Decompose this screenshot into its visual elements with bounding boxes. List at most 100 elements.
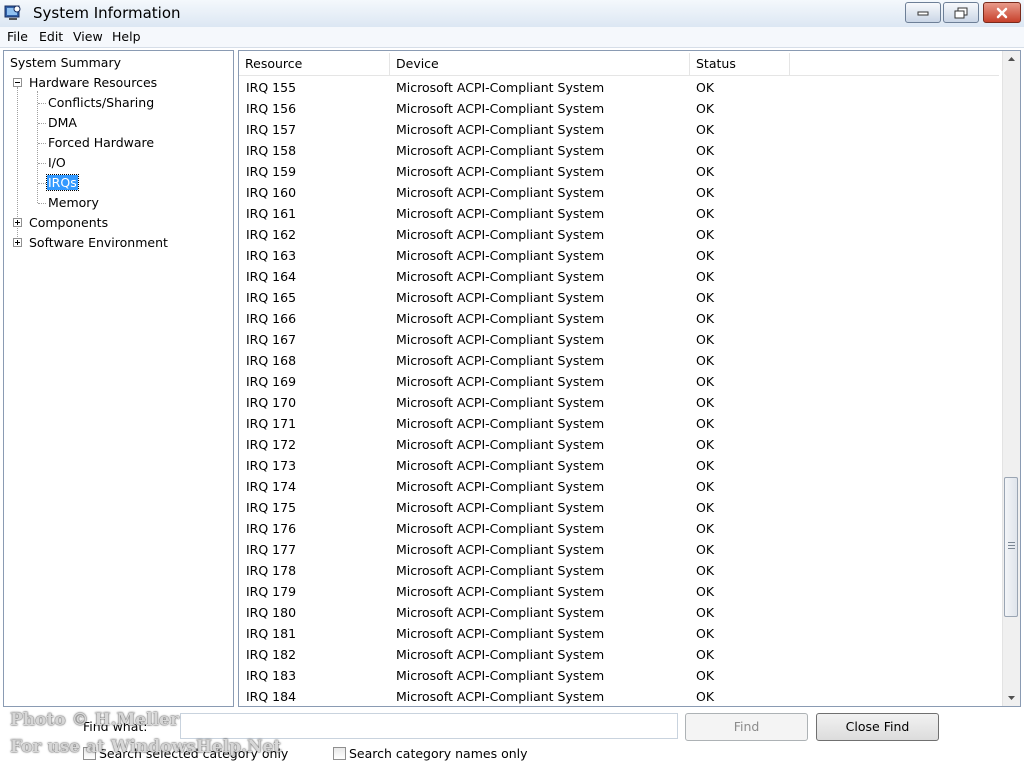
table-row[interactable]: IRQ 182 Microsoft ACPI-Compliant System OK <box>239 644 999 665</box>
table-row[interactable]: IRQ 173 Microsoft ACPI-Compliant System OK <box>239 455 999 476</box>
table-row[interactable]: IRQ 171 Microsoft ACPI-Compliant System OK <box>239 413 999 434</box>
minimize-button[interactable] <box>905 2 941 23</box>
tree-item-hardware-resources[interactable]: Hardware Resources <box>29 75 157 90</box>
tree-item-io[interactable]: I/O <box>48 155 66 170</box>
table-row[interactable]: IRQ 176 Microsoft ACPI-Compliant System OK <box>239 518 999 539</box>
system-information-app-icon[interactable] <box>4 4 22 22</box>
device-cell: Microsoft ACPI-Compliant System <box>396 353 605 368</box>
find-bar: Find what: Find Close Find Search select… <box>0 708 1024 768</box>
table-row[interactable]: IRQ 166 Microsoft ACPI-Compliant System OK <box>239 308 999 329</box>
tree-item-software-environment[interactable]: Software Environment <box>29 235 168 250</box>
device-cell: Microsoft ACPI-Compliant System <box>396 542 605 557</box>
watermark-line-2: For use at WindowsHelp.Net <box>10 737 282 757</box>
table-row[interactable]: IRQ 183 Microsoft ACPI-Compliant System OK <box>239 665 999 686</box>
search-category-names-label[interactable]: Search category names only <box>349 746 528 761</box>
restore-button[interactable] <box>943 2 979 23</box>
tree-item-irqs[interactable]: IRQs <box>46 174 79 191</box>
resource-cell: IRQ 165 <box>246 290 297 305</box>
close-find-button[interactable]: Close Find <box>816 713 939 741</box>
device-cell: Microsoft ACPI-Compliant System <box>396 584 605 599</box>
device-cell: Microsoft ACPI-Compliant System <box>396 122 605 137</box>
table-row[interactable]: IRQ 155 Microsoft ACPI-Compliant System OK <box>239 77 999 98</box>
resource-cell: IRQ 160 <box>246 185 297 200</box>
table-row[interactable]: IRQ 178 Microsoft ACPI-Compliant System OK <box>239 560 999 581</box>
table-row[interactable]: IRQ 170 Microsoft ACPI-Compliant System OK <box>239 392 999 413</box>
table-row[interactable]: IRQ 164 Microsoft ACPI-Compliant System OK <box>239 266 999 287</box>
table-row[interactable]: IRQ 161 Microsoft ACPI-Compliant System OK <box>239 203 999 224</box>
menu-file[interactable]: File <box>7 29 28 44</box>
table-row[interactable]: IRQ 157 Microsoft ACPI-Compliant System OK <box>239 119 999 140</box>
table-row[interactable]: IRQ 177 Microsoft ACPI-Compliant System OK <box>239 539 999 560</box>
category-tree[interactable]: System Summary Hardware Resources Confli… <box>3 50 234 707</box>
details-list[interactable]: Resource Device Status IRQ 155 Microsoft … <box>238 50 1021 707</box>
tree-item-system-summary[interactable]: System Summary <box>10 55 121 70</box>
table-row[interactable]: IRQ 175 Microsoft ACPI-Compliant System OK <box>239 497 999 518</box>
device-cell: Microsoft ACPI-Compliant System <box>396 689 605 704</box>
resource-cell: IRQ 175 <box>246 500 297 515</box>
menu-view[interactable]: View <box>73 29 103 44</box>
tree-connector <box>37 91 38 203</box>
menu-edit[interactable]: Edit <box>39 29 63 44</box>
tree-item-dma[interactable]: DMA <box>48 115 77 130</box>
column-header-device[interactable]: Device <box>390 53 690 75</box>
status-cell: OK <box>696 563 715 578</box>
status-cell: OK <box>696 269 715 284</box>
table-row[interactable]: IRQ 159 Microsoft ACPI-Compliant System OK <box>239 161 999 182</box>
window-title: System Information <box>33 4 181 22</box>
resource-cell: IRQ 170 <box>246 395 297 410</box>
column-header-resource[interactable]: Resource <box>239 53 390 75</box>
table-row[interactable]: IRQ 156 Microsoft ACPI-Compliant System OK <box>239 98 999 119</box>
status-cell: OK <box>696 500 715 515</box>
table-row[interactable]: IRQ 158 Microsoft ACPI-Compliant System OK <box>239 140 999 161</box>
table-row[interactable]: IRQ 181 Microsoft ACPI-Compliant System OK <box>239 623 999 644</box>
device-cell: Microsoft ACPI-Compliant System <box>396 206 605 221</box>
table-row[interactable]: IRQ 162 Microsoft ACPI-Compliant System OK <box>239 224 999 245</box>
expand-toggle-icon[interactable] <box>13 238 22 247</box>
table-row[interactable]: IRQ 169 Microsoft ACPI-Compliant System OK <box>239 371 999 392</box>
table-row[interactable]: IRQ 180 Microsoft ACPI-Compliant System OK <box>239 602 999 623</box>
resource-cell: IRQ 169 <box>246 374 297 389</box>
table-row[interactable]: IRQ 172 Microsoft ACPI-Compliant System OK <box>239 434 999 455</box>
device-cell: Microsoft ACPI-Compliant System <box>396 458 605 473</box>
tree-connector <box>38 143 46 144</box>
table-row[interactable]: IRQ 160 Microsoft ACPI-Compliant System OK <box>239 182 999 203</box>
find-what-input[interactable] <box>180 713 678 739</box>
table-row[interactable]: IRQ 179 Microsoft ACPI-Compliant System OK <box>239 581 999 602</box>
status-cell: OK <box>696 479 715 494</box>
resource-cell: IRQ 184 <box>246 689 297 704</box>
tree-item-components[interactable]: Components <box>29 215 108 230</box>
device-cell: Microsoft ACPI-Compliant System <box>396 479 605 494</box>
collapse-toggle-icon[interactable] <box>13 78 22 87</box>
table-row[interactable]: IRQ 165 Microsoft ACPI-Compliant System OK <box>239 287 999 308</box>
expand-toggle-icon[interactable] <box>13 218 22 227</box>
search-category-names-checkbox[interactable] <box>333 747 346 760</box>
status-cell: OK <box>696 311 715 326</box>
status-cell: OK <box>696 164 715 179</box>
vertical-scrollbar[interactable] <box>1002 51 1020 706</box>
column-header-status[interactable]: Status <box>690 53 790 75</box>
watermark-line-1: Photo © H.Meller <box>10 710 179 730</box>
status-cell: OK <box>696 668 715 683</box>
menu-help[interactable]: Help <box>112 29 141 44</box>
close-button[interactable] <box>983 2 1021 23</box>
title-bar[interactable]: System Information <box>0 0 1024 28</box>
resource-cell: IRQ 164 <box>246 269 297 284</box>
scroll-down-button[interactable] <box>1003 689 1020 706</box>
scroll-down-arrow-icon <box>1008 696 1015 700</box>
device-cell: Microsoft ACPI-Compliant System <box>396 395 605 410</box>
tree-item-conflicts-sharing[interactable]: Conflicts/Sharing <box>48 95 154 110</box>
scroll-up-button[interactable] <box>1003 51 1020 68</box>
device-cell: Microsoft ACPI-Compliant System <box>396 311 605 326</box>
find-button[interactable]: Find <box>685 713 808 741</box>
status-cell: OK <box>696 374 715 389</box>
table-row[interactable]: IRQ 168 Microsoft ACPI-Compliant System OK <box>239 350 999 371</box>
table-row[interactable]: IRQ 174 Microsoft ACPI-Compliant System OK <box>239 476 999 497</box>
device-cell: Microsoft ACPI-Compliant System <box>396 668 605 683</box>
tree-item-memory[interactable]: Memory <box>48 195 99 210</box>
scrollbar-thumb[interactable] <box>1004 477 1018 617</box>
status-cell: OK <box>696 353 715 368</box>
table-row[interactable]: IRQ 184 Microsoft ACPI-Compliant System OK <box>239 686 999 706</box>
tree-item-forced-hardware[interactable]: Forced Hardware <box>48 135 154 150</box>
table-row[interactable]: IRQ 163 Microsoft ACPI-Compliant System OK <box>239 245 999 266</box>
table-row[interactable]: IRQ 167 Microsoft ACPI-Compliant System OK <box>239 329 999 350</box>
